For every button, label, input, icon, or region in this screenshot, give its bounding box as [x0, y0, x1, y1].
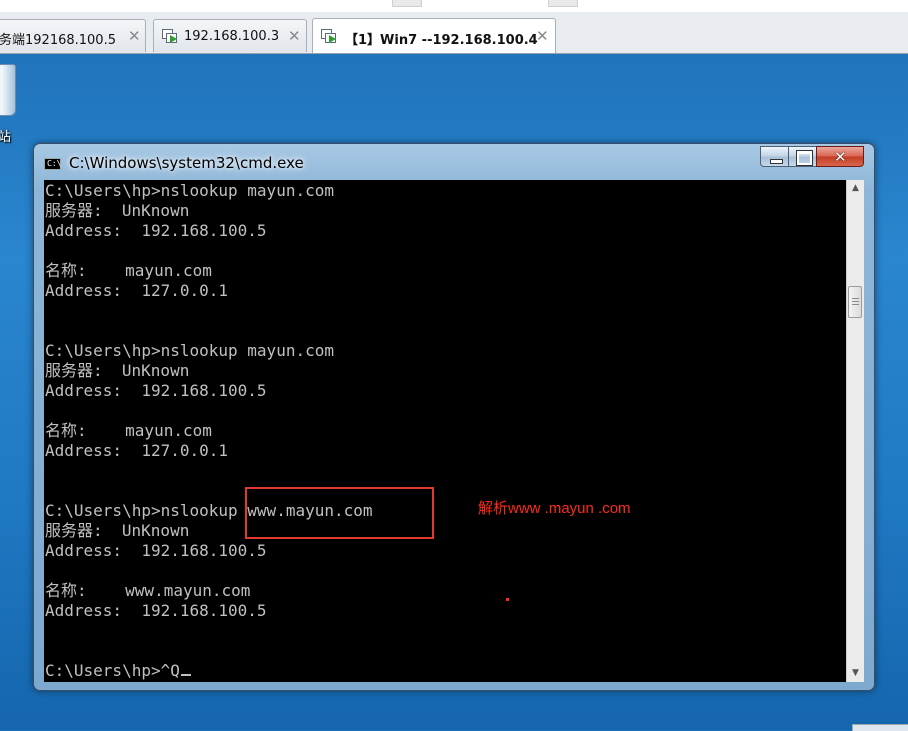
annotation-note: 解析www .mayun .com [478, 500, 631, 517]
window-title: C:\Windows\system32\cmd.exe [69, 154, 304, 172]
top-edge-tab-stub [392, 0, 422, 7]
text-cursor [180, 674, 191, 676]
cmd-window: C:\ C:\Windows\system32\cmd.exe ✕ C:\Use… [33, 143, 875, 691]
tab-server-100-5[interactable]: 务端192168.100.5 ✕ [0, 19, 146, 52]
tab-label: 192.168.100.3 [184, 29, 280, 44]
tab-close-icon[interactable]: ✕ [288, 27, 301, 45]
console-output[interactable]: C:\Users\hp>nslookup mayun.com 服务器: UnKno… [44, 180, 846, 682]
console-line: Address: 192.168.100.5 [45, 381, 267, 400]
window-controls: ✕ [760, 146, 864, 167]
close-button[interactable]: ✕ [816, 146, 864, 167]
vertical-scrollbar[interactable]: ▲ ▼ [846, 180, 864, 682]
tab-label: 务端192168.100.5 [0, 33, 116, 48]
console-line: Address: 192.168.100.5 [45, 221, 267, 240]
console-line: 名称: www.mayun.com [45, 581, 251, 600]
console-line: C:\Users\hp>^Q [45, 661, 373, 681]
recycle-bin-icon[interactable] [0, 60, 18, 116]
cmd-icon: C:\ [44, 158, 61, 170]
vm-tab-strip: 务端192168.100.5 ✕ 192.168.100.3 ✕ 【1】Win7… [0, 12, 908, 54]
console-line: 服务器: UnKnown [45, 361, 190, 380]
scroll-down-arrow-icon[interactable]: ▼ [847, 665, 864, 682]
top-edge-tab-stub [548, 0, 578, 7]
console-line: Address: 127.0.0.1 [45, 441, 229, 460]
console-line: C:\Users\hp>nslookup mayun.com [45, 181, 334, 200]
recycle-bin-label: 站 [0, 130, 12, 145]
maximize-icon [796, 150, 813, 166]
console-line: Address: 192.168.100.5 [45, 601, 267, 620]
console-line: 服务器: UnKnown [45, 201, 190, 220]
console-line: Address: 127.0.0.1 [45, 281, 229, 300]
vm-play-icon [321, 29, 336, 43]
console-line: 名称: mayun.com [45, 421, 212, 440]
tab-win7-100-4[interactable]: 【1】Win7 --192.168.100.4 ✕ [312, 18, 556, 53]
console-line: C:\Users\hp>nslookup mayun.com [45, 341, 334, 360]
annotation-dot [506, 598, 509, 601]
highlight-box [245, 487, 434, 539]
console-line: Address: 192.168.100.5 [45, 541, 267, 560]
tab-vm-100-3[interactable]: 192.168.100.3 ✕ [153, 19, 307, 52]
tab-close-icon[interactable]: ✕ [128, 27, 141, 45]
tab-label: 【1】Win7 --192.168.100.4 [345, 33, 538, 48]
console-line: 名称: mayun.com [45, 261, 212, 280]
title-bar[interactable]: C:\ C:\Windows\system32\cmd.exe ✕ [34, 144, 874, 180]
scroll-up-arrow-icon[interactable]: ▲ [847, 180, 864, 197]
minimize-icon [770, 159, 783, 164]
tab-close-icon[interactable]: ✕ [536, 27, 549, 45]
vm-play-icon [162, 29, 177, 43]
scroll-thumb[interactable] [848, 286, 862, 318]
close-icon: ✕ [834, 148, 847, 166]
console-lines: C:\Users\hp>nslookup mayun.com 服务器: UnKno… [45, 181, 373, 681]
maximize-button[interactable] [788, 146, 817, 167]
minimize-button[interactable] [760, 146, 789, 167]
